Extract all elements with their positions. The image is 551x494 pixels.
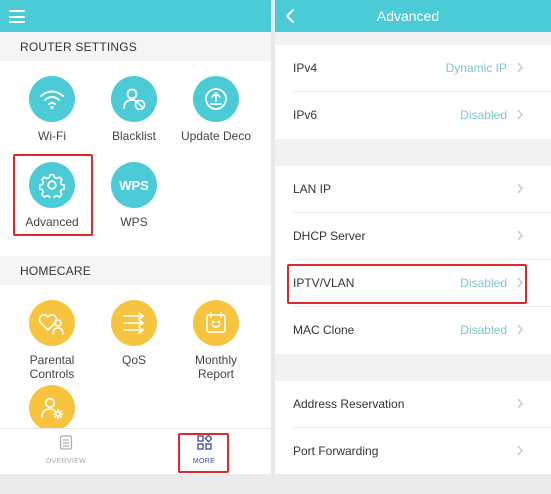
chevron-right-icon xyxy=(517,445,523,456)
section-title: HOMECARE xyxy=(20,264,91,278)
tile-label: Monthly Report xyxy=(194,353,238,381)
row-label: MAC Clone xyxy=(293,323,355,337)
row-label: IPv4 xyxy=(293,61,318,75)
tile-qos[interactable]: QoS xyxy=(94,300,174,367)
wifi-icon xyxy=(29,76,75,122)
row-lan-ip[interactable]: LAN IP xyxy=(275,166,551,213)
tile-label: WPS xyxy=(120,215,148,229)
section-title: ROUTER SETTINGS xyxy=(20,40,138,54)
iptv-highlight-box xyxy=(287,264,527,304)
row-label: IPv6 xyxy=(293,108,318,122)
chevron-right-icon xyxy=(517,62,523,73)
user-settings-icon xyxy=(29,385,75,431)
row-value: Dynamic IP xyxy=(445,61,507,75)
wps-icon: WPS xyxy=(111,162,157,208)
tile-label: Parental Controls xyxy=(29,353,75,381)
chevron-right-icon xyxy=(517,109,523,120)
tile-parental-controls[interactable]: Parental Controls xyxy=(12,300,92,381)
top-bar xyxy=(0,0,271,32)
row-label: Address Reservation xyxy=(293,397,405,411)
row-value: Disabled xyxy=(460,323,507,337)
tile-label: Wi-Fi xyxy=(38,129,66,143)
tile-label: Blacklist xyxy=(111,129,156,143)
menu-icon[interactable] xyxy=(9,10,25,23)
row-ipv4[interactable]: IPv4 Dynamic IP xyxy=(275,45,551,92)
page-title: Advanced xyxy=(376,8,440,24)
tile-wifi[interactable]: Wi-Fi xyxy=(12,76,92,143)
nav-overview[interactable]: OVERVIEW xyxy=(26,435,106,465)
chevron-right-icon xyxy=(517,230,523,241)
section-homecare: HOMECARE xyxy=(0,256,271,285)
advanced-highlight-box xyxy=(13,154,93,236)
tile-update-deco[interactable]: Update Deco xyxy=(176,76,256,143)
chevron-right-icon xyxy=(517,183,523,194)
tile-blacklist[interactable]: Blacklist xyxy=(94,76,174,143)
bottom-strip xyxy=(0,474,551,494)
calendar-report-icon xyxy=(193,300,239,346)
top-bar: Advanced xyxy=(275,0,551,32)
section-router-settings: ROUTER SETTINGS xyxy=(0,32,271,61)
row-port-forwarding[interactable]: Port Forwarding xyxy=(275,428,551,474)
bottom-nav: OVERVIEW MORE xyxy=(0,428,271,474)
row-ipv6[interactable]: IPv6 Disabled xyxy=(275,92,551,139)
overview-icon xyxy=(59,435,73,450)
upload-icon xyxy=(193,76,239,122)
tile-user-settings[interactable] xyxy=(12,385,92,431)
advanced-panel: Advanced IPv4 Dynamic IP IPv6 Disabled L… xyxy=(275,0,551,474)
nav-label: OVERVIEW xyxy=(45,458,86,465)
row-dhcp-server[interactable]: DHCP Server xyxy=(275,213,551,260)
more-panel: ROUTER SETTINGS Wi-Fi Blacklist Update D… xyxy=(0,0,271,474)
tile-wps[interactable]: WPS WPS xyxy=(94,162,174,229)
tile-label: Update Deco xyxy=(180,129,252,143)
chevron-right-icon xyxy=(517,398,523,409)
qos-arrows-icon xyxy=(111,300,157,346)
chevron-right-icon xyxy=(517,324,523,335)
row-label: Port Forwarding xyxy=(293,444,379,458)
row-value: Disabled xyxy=(460,108,507,122)
tile-monthly-report[interactable]: Monthly Report xyxy=(176,300,256,381)
family-icon xyxy=(29,300,75,346)
tile-label: QoS xyxy=(121,353,146,367)
more-highlight-box xyxy=(178,433,229,473)
row-label: DHCP Server xyxy=(293,229,366,243)
row-mac-clone[interactable]: MAC Clone Disabled xyxy=(275,307,551,354)
row-label: LAN IP xyxy=(293,182,332,196)
blocked-user-icon xyxy=(111,76,157,122)
row-address-reservation[interactable]: Address Reservation xyxy=(275,381,551,428)
